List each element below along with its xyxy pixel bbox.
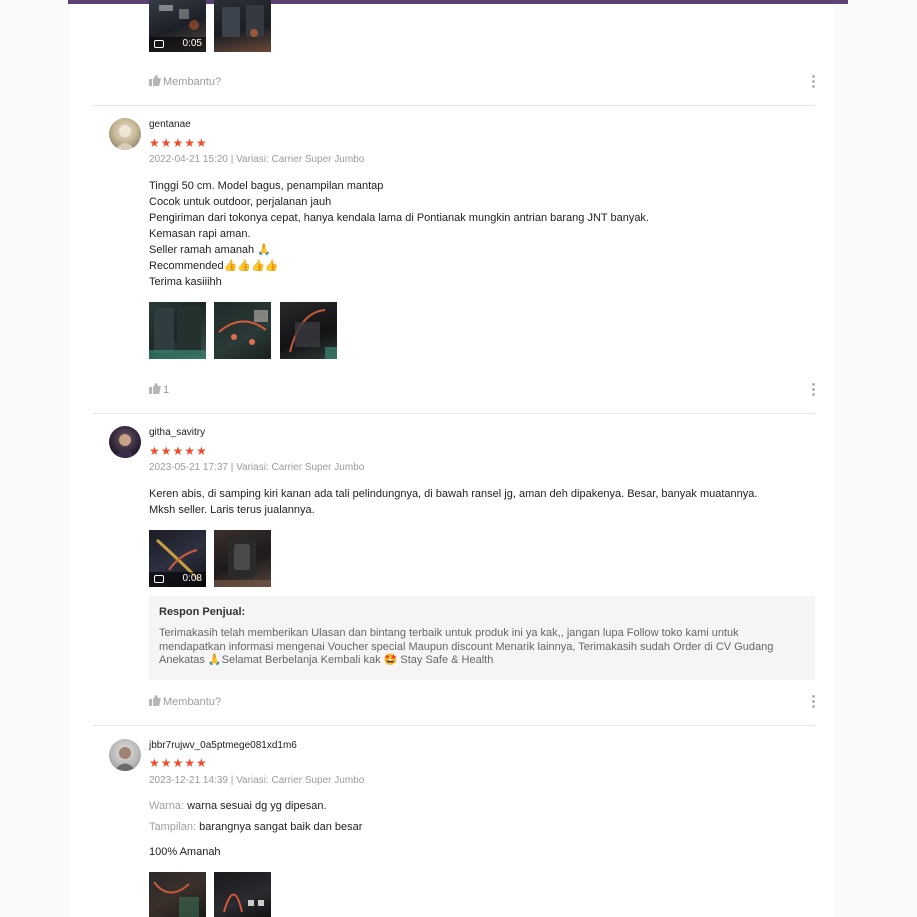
left-background: [0, 0, 70, 917]
seller-response-title: Respon Penjual:: [159, 606, 246, 618]
reviewer-name[interactable]: gentanae: [149, 119, 191, 130]
video-camera-icon: [154, 575, 164, 583]
attribute-value: barangnya sangat baik dan besar: [199, 821, 363, 833]
helpful-count: 1: [163, 384, 170, 396]
more-options-icon[interactable]: [812, 383, 816, 397]
attribute-value: warna sesuai dg yg dipesan.: [187, 800, 327, 812]
review-divider: [93, 725, 815, 726]
helpful-button[interactable]: Membantu?: [149, 695, 221, 709]
video-duration: 0:08: [182, 573, 202, 584]
review-media-image[interactable]: [214, 0, 271, 52]
more-options-icon[interactable]: [812, 75, 816, 89]
video-overlay: 0:08: [149, 572, 206, 587]
review-text-line: Pengiriman dari tokonya cepat, hanya ken…: [149, 212, 649, 224]
video-overlay: 0:05: [149, 37, 206, 52]
attribute-label: Tampilan:: [149, 821, 197, 833]
review-divider: [93, 413, 815, 414]
review-media-image[interactable]: [149, 302, 206, 359]
attribute-label: Warna:: [149, 800, 185, 812]
reviewer-name[interactable]: jbbr7rujwv_0a5ptmege081xd1m6: [149, 740, 297, 751]
helpful-label: Membantu?: [163, 76, 222, 88]
review-media-image[interactable]: [214, 530, 271, 587]
review-meta: 2023-12-21 14:39 | Variasi: Carrier Supe…: [149, 775, 365, 786]
review-media-video[interactable]: 0:05: [149, 0, 206, 52]
review-text-line: Keren abis, di samping kiri kanan ada ta…: [149, 488, 758, 500]
star-rating: ★★★★★: [149, 136, 208, 150]
review-meta: 2022-04-21 15:20 | Variasi: Carrier Supe…: [149, 154, 365, 165]
review-text-line: Tinggi 50 cm. Model bagus, penampilan ma…: [149, 180, 384, 192]
video-duration: 0:05: [182, 38, 202, 49]
review-text-line: 100% Amanah: [149, 846, 221, 858]
right-background: [834, 0, 917, 917]
review-text-line: Kemasan rapi aman.: [149, 228, 251, 240]
avatar[interactable]: [109, 118, 141, 150]
review-media-image[interactable]: [280, 302, 337, 359]
review-attribute-appearance: Tampilan: barangnya sangat baik dan besa…: [149, 819, 362, 835]
review-text-line: Seller ramah amanah 🙏: [149, 244, 271, 256]
review-media-image[interactable]: [214, 872, 271, 917]
star-rating: ★★★★★: [149, 444, 208, 458]
thumbs-up-icon: [149, 695, 161, 706]
helpful-button[interactable]: Membantu?: [149, 75, 221, 89]
avatar[interactable]: [109, 739, 141, 771]
star-rating: ★★★★★: [149, 756, 208, 770]
reviewer-name[interactable]: githa_savitry: [149, 427, 205, 438]
helpful-button[interactable]: 1: [149, 383, 169, 397]
review-attribute-color: Warna: warna sesuai dg yg dipesan.: [149, 798, 327, 814]
review-divider: [93, 105, 815, 106]
helpful-label: Membantu?: [163, 696, 222, 708]
review-meta: 2023-05-21 17:37 | Variasi: Carrier Supe…: [149, 462, 365, 473]
video-camera-icon: [154, 40, 164, 48]
thumbs-up-icon: [149, 75, 161, 86]
review-media-video[interactable]: 0:08: [149, 530, 206, 587]
avatar[interactable]: [109, 426, 141, 458]
review-text-line: Recommended👍👍👍👍: [149, 260, 279, 272]
seller-response-box: Respon Penjual: Terimakasih telah member…: [149, 596, 815, 680]
seller-response-text: Terimakasih telah memberikan Ulasan dan …: [159, 627, 774, 666]
review-text-line: Cocok untuk outdoor, perjalanan jauh: [149, 196, 332, 208]
review-media-image[interactable]: [149, 872, 206, 917]
thumbs-up-icon: [149, 383, 161, 394]
more-options-icon[interactable]: [812, 695, 816, 709]
review-text-line: Mksh seller. Laris terus jualannya.: [149, 504, 315, 516]
review-text-line: Terima kasiiihh: [149, 276, 222, 288]
review-media-image[interactable]: [214, 302, 271, 359]
